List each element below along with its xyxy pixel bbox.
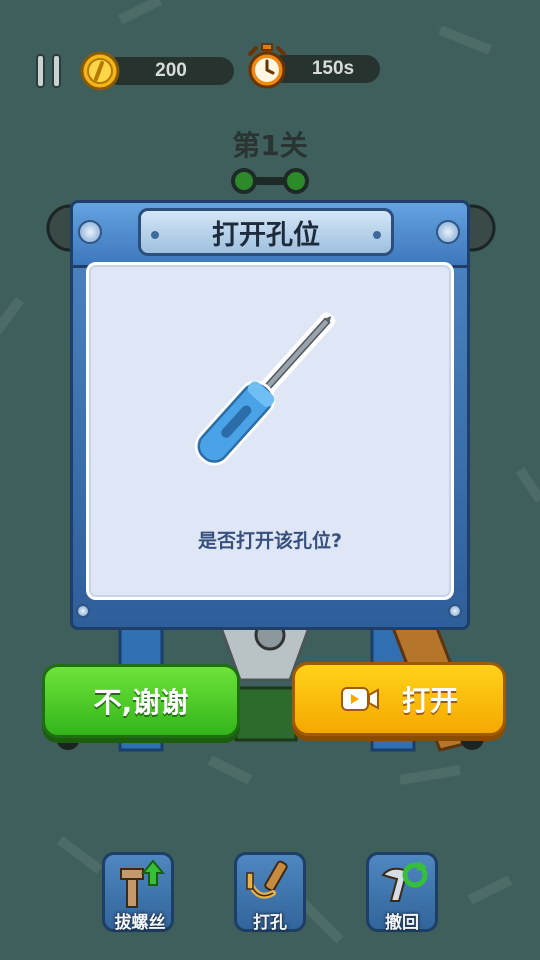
undo-icon [381,861,428,902]
drill-hole-label: 打孔 [253,913,287,933]
screw-icon [448,604,462,618]
dialog-title: 打开孔位 [212,219,320,251]
undo-label: 撤回 [385,913,419,933]
dialog-question: 是否打开该孔位? [197,530,343,552]
screw-icon [76,604,90,618]
screwdriver-icon [194,312,336,466]
open-video-button[interactable]: 打开 [292,662,506,736]
pull-screw-icon [120,859,166,908]
no-thanks-label: 不,谢谢 [93,686,189,719]
drill-hole-icon [246,860,288,899]
no-thanks-button[interactable]: 不,谢谢 [42,664,240,738]
screw-icon [78,220,102,244]
screw-icon [436,220,460,244]
open-label: 打开 [401,684,458,717]
pull-screw-label: 拔螺丝 [114,913,166,933]
video-camera-icon [340,687,379,711]
dialog-title-plate: 打开孔位 [138,208,394,256]
